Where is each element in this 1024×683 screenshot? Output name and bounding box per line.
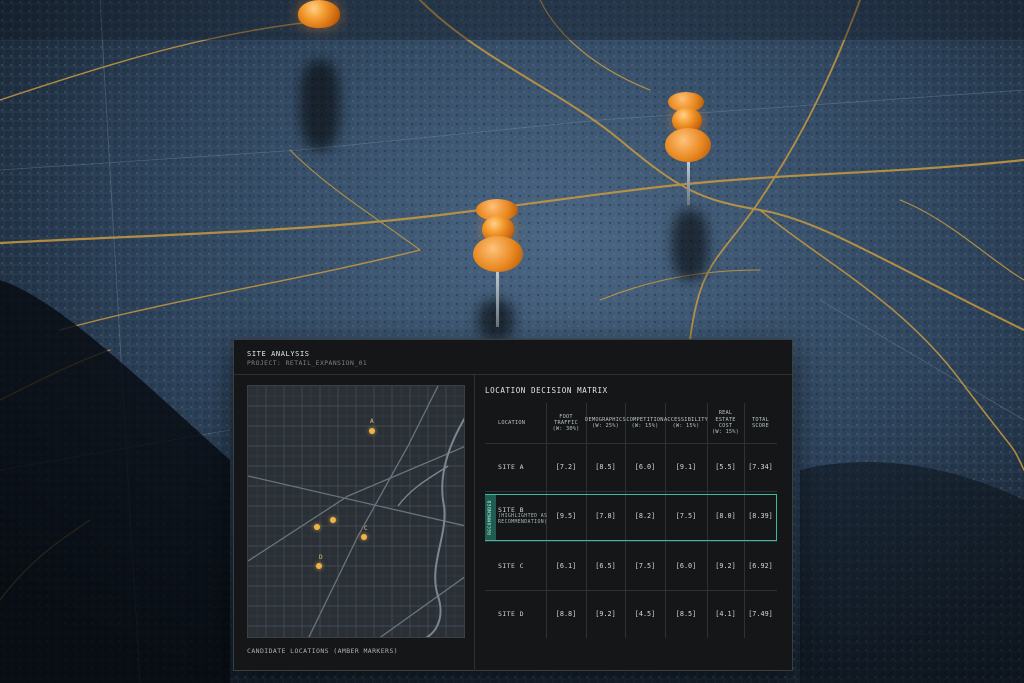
table-cell: [8.5] xyxy=(595,463,616,471)
table-cell: [9.2] xyxy=(595,610,616,618)
marker-label-a: A xyxy=(370,418,374,425)
header-total-score: TOTAL SCORE xyxy=(752,416,769,429)
marker-label-d: D xyxy=(319,554,323,561)
project-name: PROJECT: RETAIL_EXPANSION_01 xyxy=(247,360,368,367)
map-caption: CANDIDATE LOCATIONS (AMBER MARKERS) xyxy=(247,647,398,655)
header-demographics: DEMOGRAPHICS (W: 25%) xyxy=(585,416,626,429)
table-cell: [6.5] xyxy=(595,561,616,570)
header-location: LOCATION xyxy=(498,419,526,426)
table-cell: [8.8] xyxy=(555,610,577,618)
panel-header: SITE ANALYSIS PROJECT: RETAIL_EXPANSION_… xyxy=(234,340,792,375)
table-cell: [6.0] xyxy=(675,561,697,570)
table-cell: [5.5] xyxy=(715,463,736,471)
table-cell: [7.5] xyxy=(634,561,656,570)
map-marker-icon[interactable] xyxy=(369,428,375,434)
row-label-site-a: SITE A xyxy=(498,463,524,471)
map-marker-icon[interactable] xyxy=(361,534,367,540)
recommended-row-highlight: RECOMMENDED xyxy=(485,494,777,541)
table-cell: [6.92] xyxy=(748,561,773,570)
map-marker-icon[interactable] xyxy=(330,517,336,523)
header-real-estate-cost: REAL ESTATE COST (W: 15%) xyxy=(711,410,740,436)
header-competition: COMPETITION (W: 15%) xyxy=(626,416,664,429)
row-label-site-d: SITE D xyxy=(498,610,524,618)
table-cell: [9.2] xyxy=(715,561,736,570)
row-label-site-c: SITE C xyxy=(498,561,524,570)
candidate-locations-map[interactable]: A C D xyxy=(247,385,465,638)
table-cell: [4.5] xyxy=(634,610,656,618)
map-marker-icon[interactable] xyxy=(314,524,320,530)
decision-matrix-table: LOCATION FOOT TRAFFIC (W: 30%) DEMOGRAPHIC… xyxy=(485,403,777,638)
table-cell: [7.2] xyxy=(555,463,577,471)
table-cell: [6.0] xyxy=(634,463,656,471)
recommended-tag: RECOMMENDED xyxy=(485,495,496,540)
table-cell: [8.5] xyxy=(675,610,697,618)
map-marker-icon[interactable] xyxy=(316,563,322,569)
table-cell: [7.34] xyxy=(748,463,773,471)
header-foot-traffic: FOOT TRAFFIC (W: 30%) xyxy=(552,413,580,433)
street-grid xyxy=(248,386,464,637)
table-cell: [6.1] xyxy=(555,561,577,570)
marker-label-c: C xyxy=(364,525,368,532)
header-accessibility: ACCESSIBILITY (W: 15%) xyxy=(663,416,709,429)
panel-title: SITE ANALYSIS xyxy=(247,350,310,358)
table-cell: [4.1] xyxy=(715,610,736,618)
table-cell: [7.49] xyxy=(748,610,773,618)
panel-divider xyxy=(474,375,475,671)
table-cell: [9.1] xyxy=(675,463,697,471)
site-analysis-panel: SITE ANALYSIS PROJECT: RETAIL_EXPANSION_… xyxy=(233,339,793,671)
matrix-title: LOCATION DECISION MATRIX xyxy=(485,386,608,395)
